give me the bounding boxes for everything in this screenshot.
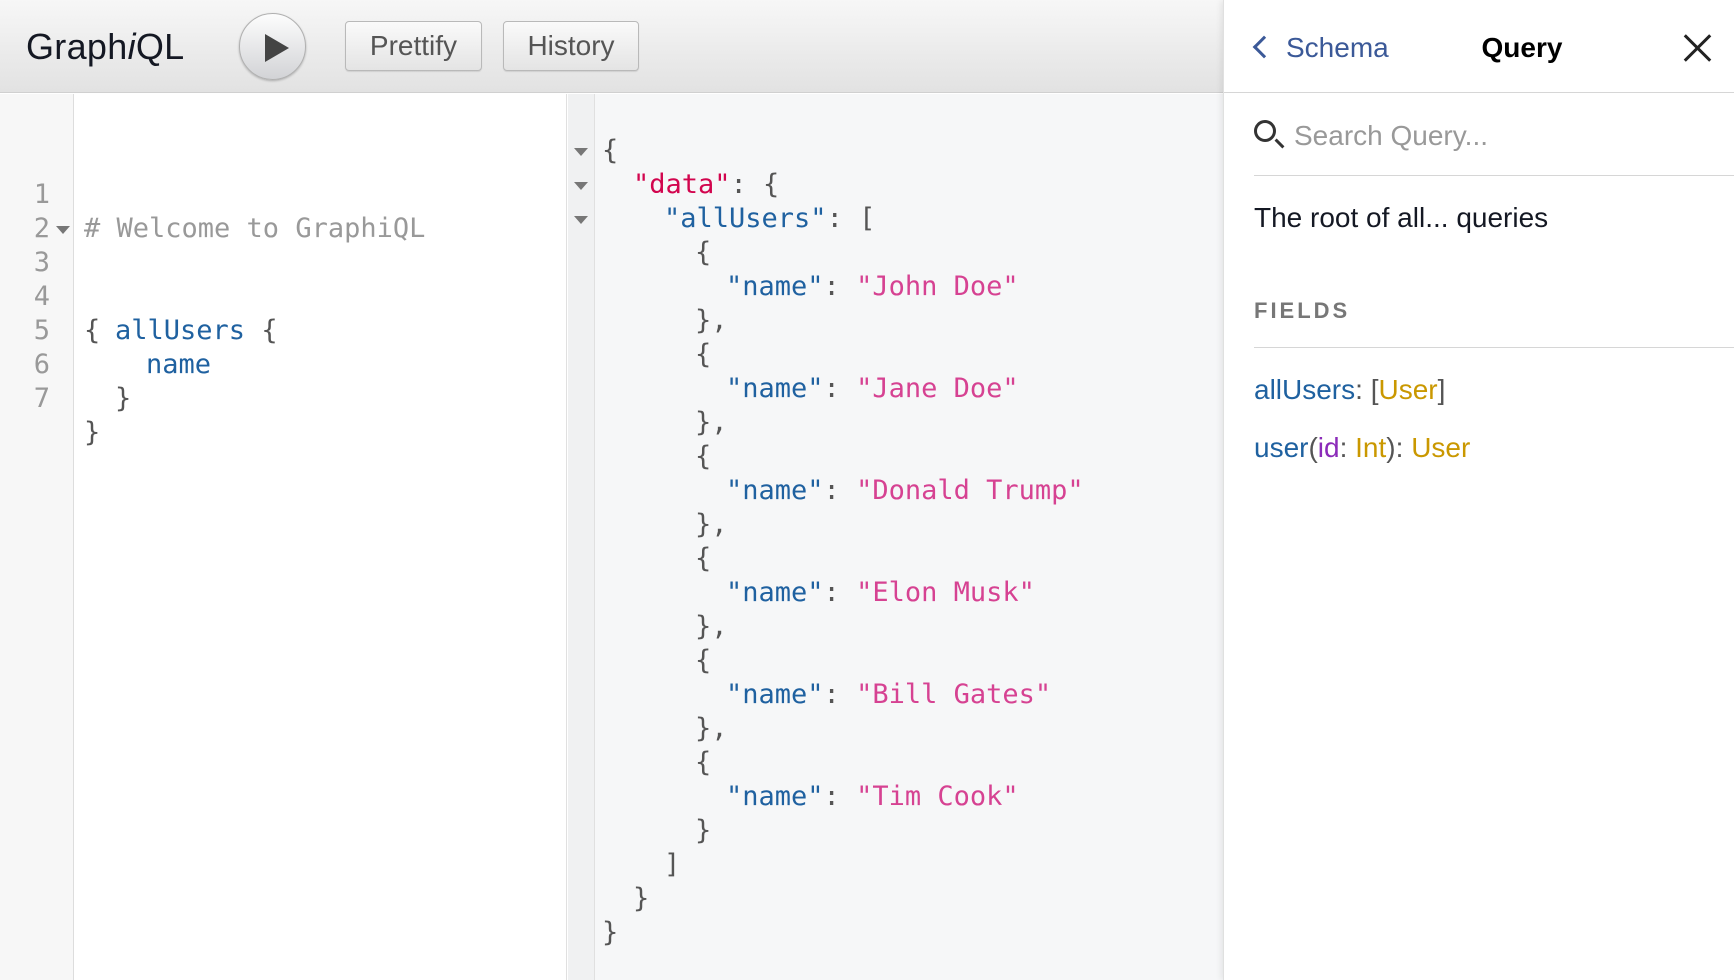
- play-icon: [265, 34, 289, 62]
- fold-arrow-icon[interactable]: [574, 182, 588, 190]
- fold-arrow-icon[interactable]: [56, 226, 70, 234]
- json-line: "name": "Bill Gates": [726, 679, 1052, 710]
- json-line: "name": "John Doe": [726, 271, 1019, 302]
- json-key-data: "data": [633, 169, 731, 200]
- json-string-value: "John Doe": [856, 271, 1019, 302]
- code-line[interactable]: 5 name: [0, 280, 211, 380]
- history-button[interactable]: History: [503, 21, 639, 71]
- back-link-label: Schema: [1286, 32, 1389, 63]
- json-line: {: [695, 441, 712, 472]
- code-line[interactable]: 1 # Welcome to GraphiQL: [0, 144, 426, 244]
- app-title-prefix: Graph: [26, 26, 128, 67]
- prettify-button[interactable]: Prettify: [345, 21, 482, 71]
- code-line[interactable]: 7 }: [0, 348, 101, 448]
- chevron-left-icon: [1252, 35, 1276, 59]
- close-icon[interactable]: [1682, 32, 1714, 64]
- documentation-explorer: Schema Query The root of all... queries …: [1223, 0, 1734, 980]
- field-name-link[interactable]: allUsers: [1254, 374, 1355, 405]
- json-line: {: [695, 645, 712, 676]
- app-title: GraphiQL: [26, 26, 185, 68]
- json-string-value: "Jane Doe": [856, 373, 1019, 404]
- result-fold-gutter: [568, 94, 595, 980]
- field-item: allUsers: [User]: [1254, 374, 1446, 405]
- fold-arrow-icon[interactable]: [574, 148, 588, 156]
- json-line: },: [695, 305, 728, 336]
- json-line: "name": "Tim Cook": [726, 781, 1019, 812]
- json-key-name: "name": [726, 475, 824, 506]
- json-key-name: "name": [726, 781, 824, 812]
- app-title-suffix: QL: [135, 26, 185, 67]
- execute-query-button[interactable]: [239, 13, 306, 80]
- field-type-link[interactable]: User: [1411, 432, 1470, 463]
- docs-header: Schema Query: [1224, 0, 1734, 93]
- argument-name: id: [1317, 432, 1340, 463]
- field-item: user(id: Int): User: [1254, 432, 1471, 463]
- json-line: },: [695, 407, 728, 438]
- json-line: {: [695, 339, 712, 370]
- json-line: {: [695, 543, 712, 574]
- back-to-schema-link[interactable]: Schema: [1250, 28, 1389, 68]
- code-line[interactable]: 6 }: [0, 314, 132, 414]
- argument-type-link[interactable]: Int: [1355, 432, 1386, 463]
- json-line: },: [695, 611, 728, 642]
- query-brace: }: [84, 417, 101, 448]
- json-line: "data": {: [633, 169, 780, 200]
- json-line: },: [695, 713, 728, 744]
- json-key-name: "name": [726, 577, 824, 608]
- fold-arrow-icon[interactable]: [574, 216, 588, 224]
- json-line: {: [695, 747, 712, 778]
- type-description: The root of all... queries: [1254, 202, 1549, 233]
- search-input[interactable]: [1294, 116, 1714, 156]
- query-field: allUsers: [115, 315, 246, 346]
- json-key-name: "name": [726, 679, 824, 710]
- json-line: ]: [664, 849, 681, 880]
- json-line: "name": "Jane Doe": [726, 373, 1019, 404]
- json-key-name: "name": [726, 373, 824, 404]
- json-line: },: [695, 509, 728, 540]
- code-line[interactable]: 2: [0, 178, 65, 244]
- json-string-value: "Bill Gates": [856, 679, 1052, 710]
- json-string-value: "Donald Trump": [856, 475, 1084, 506]
- line-number: 7: [33, 383, 50, 414]
- query-editor[interactable]: 1 # Welcome to GraphiQL 2 3 { 4 allUsers…: [0, 94, 567, 980]
- json-string-value: "Tim Cook": [856, 781, 1019, 812]
- search-icon: [1254, 120, 1276, 142]
- app-title-italic: i: [127, 26, 136, 67]
- json-key-allusers: "allUsers": [664, 203, 827, 234]
- json-line: "name": "Elon Musk": [726, 577, 1035, 608]
- json-line: }: [602, 917, 619, 948]
- json-line: }: [633, 883, 650, 914]
- docs-search: [1254, 116, 1734, 176]
- query-brace: }: [115, 383, 132, 414]
- json-line: "allUsers": [: [664, 203, 876, 234]
- query-brace: {: [84, 315, 101, 346]
- toolbar: GraphiQL Prettify History: [0, 0, 1223, 93]
- field-type-link[interactable]: User: [1378, 374, 1437, 405]
- docs-title: Query: [1481, 32, 1563, 63]
- code-line[interactable]: 4 allUsers {: [0, 246, 278, 346]
- json-line: }: [695, 815, 712, 846]
- json-line: {: [695, 237, 712, 268]
- query-field: name: [146, 349, 212, 380]
- fields-heading: FIELDS: [1254, 298, 1734, 348]
- field-name-link[interactable]: user: [1254, 432, 1308, 463]
- json-key-name: "name": [726, 271, 824, 302]
- code-line[interactable]: 3 {: [0, 212, 100, 346]
- json-line: {: [602, 135, 619, 166]
- query-brace: {: [261, 315, 278, 346]
- query-comment: # Welcome to GraphiQL: [84, 213, 426, 244]
- json-line: "name": "Donald Trump": [726, 475, 1084, 506]
- json-string-value: "Elon Musk": [856, 577, 1035, 608]
- result-viewer[interactable]: { "data": { "allUsers": [ { "name": "Joh…: [568, 94, 1223, 980]
